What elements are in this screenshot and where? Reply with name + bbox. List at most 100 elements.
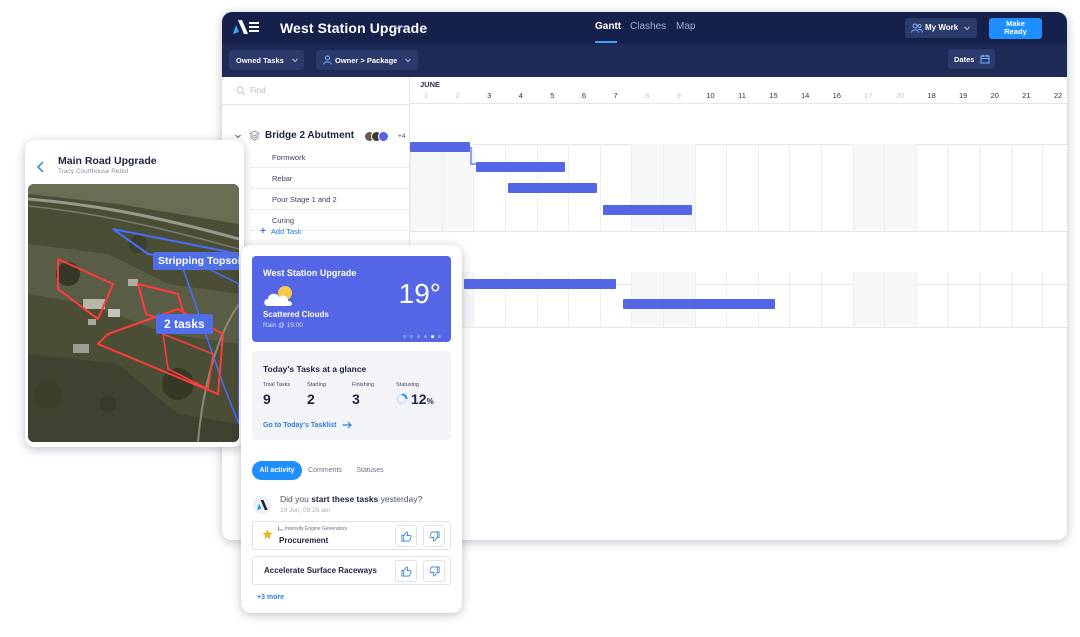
weekend-column [852, 272, 885, 327]
chevron-down-icon [292, 58, 298, 63]
gantt-bar[interactable] [623, 299, 775, 309]
divider [410, 231, 1067, 232]
tasklist-link[interactable]: Go to Today's Tasklist [263, 421, 353, 429]
grid-line [852, 272, 854, 327]
activity-question: Did you start these tasks yesterday? [280, 494, 423, 504]
make-ready-button[interactable]: Make Ready [989, 18, 1042, 39]
chevron-down-icon[interactable] [392, 22, 402, 32]
task-label: Rebar [272, 174, 293, 183]
thumbs-down-icon [429, 531, 440, 542]
thumbs-down-icon [429, 566, 440, 577]
gantt-bar-pour-stage[interactable] [508, 183, 597, 193]
weekend-column [852, 144, 885, 231]
thumbs-down-button[interactable] [423, 525, 445, 547]
grid-line [789, 272, 791, 327]
day-label: 14 [801, 91, 810, 100]
satellite-map[interactable]: Stripping Topsoil 2 tasks [28, 184, 239, 442]
gantt-bar[interactable] [464, 279, 616, 289]
grid-line [915, 272, 917, 327]
day-label: 18 [927, 91, 936, 100]
card-subtitle: Intensify Engine Generators [285, 526, 347, 532]
day-label: 11 [738, 91, 746, 100]
thumbs-up-icon [401, 531, 412, 542]
add-task-button[interactable]: + Add Task [260, 226, 302, 237]
dates-label: Dates [954, 55, 975, 64]
owned-tasks-filter[interactable]: Owned Tasks [229, 50, 304, 70]
dates-button[interactable]: Dates [948, 49, 995, 69]
owned-tasks-label: Owned Tasks [236, 56, 284, 65]
my-work-dropdown[interactable]: My Work [905, 18, 977, 38]
task-label: Formwork [272, 153, 306, 162]
weekend-column [410, 144, 442, 231]
weather-card[interactable]: West Station Upgrade 19° Scattered Cloud… [252, 256, 451, 342]
grid-line [410, 144, 412, 231]
grid-line [947, 144, 949, 231]
grid-line [979, 272, 980, 327]
divider [410, 144, 1067, 145]
calendar-icon [980, 54, 990, 64]
card-title: Procurement [279, 536, 329, 545]
task-row-rebar[interactable]: Rebar [250, 168, 410, 189]
tab-statuses[interactable]: Statuses [352, 461, 388, 480]
stat-total-tasks: Total Tasks 9 [263, 382, 291, 407]
link-icon [278, 526, 284, 531]
gantt-chart: JUNE 1 2 3 4 5 6 7 8 9 10 11 15 14 16 17 20 18 19 20 21 22 [410, 77, 1067, 540]
grid-line [1042, 272, 1044, 327]
day-label: 22 [1053, 91, 1063, 100]
arrow-right-icon [342, 421, 353, 429]
project-title[interactable]: West Station Upgrade [280, 20, 427, 36]
carousel-dots[interactable] [399, 325, 441, 343]
task-card-accelerate[interactable]: Accelerate Surface Raceways [252, 556, 451, 585]
person-icon [323, 55, 332, 65]
map-label-stripping-topsoil[interactable]: Stripping Topsoil [153, 252, 239, 270]
plus-icon: + [260, 226, 266, 237]
tab-all-activity[interactable]: All activity [252, 461, 302, 480]
tab-clashes[interactable]: Clashes [630, 21, 666, 32]
people-icon [911, 23, 923, 33]
owner-package-label: Owner > Package [335, 56, 398, 65]
thumbs-up-button[interactable] [395, 525, 417, 547]
divider [410, 327, 1067, 328]
gantt-bar-rebar[interactable] [476, 162, 565, 172]
tab-map[interactable]: Map [676, 21, 695, 32]
stat-statusing: Statusing 12% [396, 382, 434, 407]
weather-project-title: West Station Upgrade [263, 268, 357, 278]
task-row-pour-stage[interactable]: Pour Stage 1 and 2 [250, 189, 410, 210]
thumbs-up-button[interactable] [395, 560, 417, 582]
grid-line [726, 144, 728, 231]
day-label: 20 [895, 91, 905, 100]
glance-title: Today's Tasks at a glance [263, 364, 367, 374]
hamburger-menu-icon[interactable] [249, 22, 259, 32]
add-task-label: Add Task [270, 227, 302, 236]
tablet-title: Main Road Upgrade [58, 155, 157, 167]
stat-finishing: Finishing 3 [352, 382, 375, 407]
day-label: 15 [769, 91, 778, 100]
task-row-formwork[interactable]: Formwork [250, 147, 410, 168]
day-label: 9 [676, 91, 681, 100]
extra-members-count: +4 [398, 133, 406, 140]
day-label: 20 [990, 91, 999, 100]
grid-line [979, 144, 980, 231]
tasklist-link-label: Go to Today's Tasklist [263, 422, 337, 429]
map-label-task-count[interactable]: 2 tasks [156, 314, 213, 334]
more-activity-link[interactable]: +3 more [257, 594, 284, 601]
day-label: 5 [550, 91, 555, 100]
app-logo-icon[interactable] [232, 20, 248, 34]
gantt-bar-curing[interactable] [603, 205, 692, 215]
grid-line [663, 144, 664, 231]
tab-gantt[interactable]: Gantt [595, 21, 621, 32]
back-arrow-icon[interactable] [36, 161, 46, 173]
grid-line [884, 144, 886, 231]
tab-comments[interactable]: Comments [304, 461, 346, 480]
chevron-down-icon[interactable] [234, 132, 242, 140]
grid-line [1042, 144, 1044, 231]
thumbs-down-button[interactable] [423, 560, 445, 582]
task-group-row[interactable]: Bridge 2 Abutment +4 [222, 124, 410, 144]
weekend-column [663, 144, 695, 231]
task-card-procurement[interactable]: Intensify Engine Generators Procurement [252, 521, 451, 550]
top-nav-bar: West Station Upgrade Gantt Clashes Map M… [222, 12, 1067, 44]
search-field[interactable]: Find [232, 84, 402, 98]
gantt-bar-formwork[interactable] [410, 142, 470, 152]
owner-package-filter[interactable]: Owner > Package [316, 50, 418, 70]
grid-line [852, 144, 854, 231]
